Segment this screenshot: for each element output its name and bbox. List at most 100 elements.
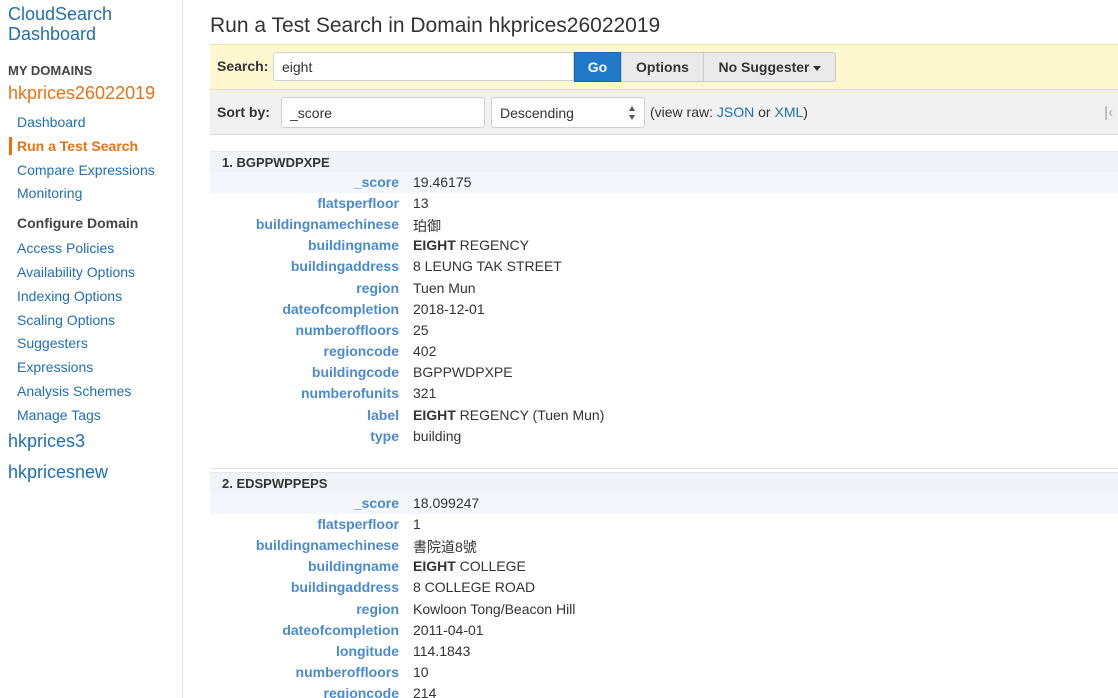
result-row: _score 18.099247 — [210, 493, 1118, 514]
brand-line-1: CloudSearch — [8, 4, 113, 24]
sidebar-item-dashboard[interactable]: Dashboard — [17, 113, 86, 131]
field-key: dateofcompletion — [282, 301, 399, 317]
sidebar-item-compare-expressions[interactable]: Compare Expressions — [17, 161, 155, 179]
sidebar-item-manage-tags[interactable]: Manage Tags — [17, 406, 101, 424]
field-key: buildingname — [308, 558, 399, 574]
view-raw-prefix: (view raw: — [650, 104, 714, 120]
result-row: region Kowloon Tong/Beacon Hill — [210, 599, 1118, 620]
result-row: label EIGHT REGENCY (Tuen Mun) — [210, 405, 1118, 426]
sort-label: Sort by: — [217, 104, 270, 120]
result-row: type building — [210, 426, 1118, 447]
field-value: Tuen Mun — [413, 280, 476, 296]
result-row: dateofcompletion 2011-04-01 — [210, 620, 1118, 641]
field-value: BGPPWDPXPE — [413, 364, 513, 380]
result-row: regioncode 214 — [210, 683, 1118, 698]
active-domain-link[interactable]: hkprices26022019 — [8, 83, 155, 104]
field-key: region — [356, 601, 399, 617]
my-domains-label: MY DOMAINS — [8, 63, 93, 78]
result-row: numberofunits 321 — [210, 383, 1118, 404]
configure-domain-heading: Configure Domain — [17, 215, 139, 231]
sidebar-item-indexing-options[interactable]: Indexing Options — [17, 287, 122, 305]
field-key: buildingnamechinese — [255, 216, 399, 232]
field-key: flatsperfloor — [317, 516, 399, 532]
result-row: flatsperfloor 13 — [210, 193, 1118, 214]
sidebar-item-expressions[interactable]: Expressions — [17, 358, 93, 376]
go-button[interactable]: Go — [574, 52, 621, 82]
sidebar-item-suggesters[interactable]: Suggesters — [17, 334, 88, 352]
field-key: regioncode — [323, 685, 399, 698]
field-value: 321 — [413, 385, 437, 401]
sort-order-value: Descending — [500, 105, 574, 121]
field-key: longitude — [336, 643, 399, 659]
field-value: EIGHT REGENCY (Tuen Mun) — [413, 407, 604, 423]
field-key: buildingaddress — [290, 579, 399, 595]
field-value: Kowloon Tong/Beacon Hill — [413, 601, 576, 617]
field-key: label — [367, 407, 399, 423]
field-key: region — [356, 280, 399, 296]
result-row: buildingcode BGPPWDPXPE — [210, 362, 1118, 383]
field-key: _score — [353, 495, 399, 511]
cloudsearch-dashboard-link[interactable]: CloudSearch Dashboard — [8, 4, 112, 44]
field-key: dateofcompletion — [282, 622, 399, 638]
field-key: buildingaddress — [290, 258, 399, 274]
field-value: 19.46175 — [413, 174, 472, 190]
field-value: 珀御 — [413, 218, 441, 234]
field-value: 114.1843 — [413, 643, 471, 659]
suggester-label: No Suggester — [718, 59, 810, 75]
field-value: 13 — [413, 195, 429, 211]
field-value: EIGHT COLLEGE — [413, 558, 526, 574]
view-raw-json-link[interactable]: JSON — [717, 104, 754, 120]
result-title: 2. EDSPWPPEPS — [222, 476, 328, 491]
result-row: buildingnamechinese 珀御 — [210, 214, 1118, 235]
domain-link-hkprices3[interactable]: hkprices3 — [8, 431, 85, 452]
caret-down-icon — [812, 65, 821, 71]
view-raw-or: or — [758, 104, 771, 120]
sort-order-select[interactable]: Descending — [491, 97, 645, 128]
field-key: buildingnamechinese — [255, 537, 399, 553]
field-value: 2011-04-01 — [413, 622, 484, 638]
search-input[interactable] — [273, 52, 574, 81]
sidebar: CloudSearch Dashboard MY DOMAINS hkprice… — [0, 0, 183, 698]
field-key: type — [370, 428, 399, 444]
field-key: _score — [353, 174, 399, 190]
sort-field-input[interactable] — [281, 97, 485, 128]
suggester-dropdown-button[interactable]: No Suggester — [703, 52, 836, 82]
field-value-rest: REGENCY — [455, 237, 529, 253]
sidebar-item-scaling-options[interactable]: Scaling Options — [17, 311, 115, 329]
sidebar-item-analysis-schemes[interactable]: Analysis Schemes — [17, 382, 131, 400]
field-key: buildingname — [308, 237, 399, 253]
result-row: regioncode 402 — [210, 341, 1118, 362]
result-row: buildingaddress 8 COLLEGE ROAD — [210, 577, 1118, 598]
result-row: buildingaddress 8 LEUNG TAK STREET — [210, 256, 1118, 277]
domain-link-hkpricesnew[interactable]: hkpricesnew — [8, 462, 108, 483]
result-divider — [210, 468, 1118, 469]
active-indicator — [9, 137, 12, 155]
view-raw-suffix: ) — [803, 104, 808, 120]
result-row: region Tuen Mun — [210, 278, 1118, 299]
highlight-term: EIGHT — [413, 237, 456, 253]
field-key: numberofunits — [301, 385, 399, 401]
pager-first-button[interactable]: |‹ — [1104, 104, 1113, 121]
result-row: flatsperfloor 1 — [210, 514, 1118, 535]
field-value: 25 — [413, 322, 429, 338]
options-button[interactable]: Options — [621, 52, 704, 82]
sidebar-item-access-policies[interactable]: Access Policies — [17, 239, 114, 257]
sidebar-item-monitoring[interactable]: Monitoring — [17, 184, 82, 202]
select-arrows-icon — [629, 106, 636, 120]
field-value: EIGHT REGENCY — [413, 237, 529, 253]
field-value: building — [413, 428, 462, 444]
result-header: 2. EDSPWPPEPS — [210, 472, 1118, 494]
sidebar-item-availability-options[interactable]: Availability Options — [17, 263, 135, 281]
result-row: numberoffloors 25 — [210, 320, 1118, 341]
field-value: 402 — [413, 343, 437, 359]
field-value: 214 — [413, 685, 437, 698]
field-value-rest: REGENCY (Tuen Mun) — [455, 407, 605, 423]
view-raw-xml-link[interactable]: XML — [774, 104, 803, 120]
field-value: 1 — [413, 516, 421, 532]
result-row: buildingname EIGHT REGENCY — [210, 235, 1118, 256]
field-key: buildingcode — [311, 364, 399, 380]
result-row: numberoffloors 10 — [210, 662, 1118, 683]
highlight-term: EIGHT — [413, 558, 456, 574]
sidebar-item-run-test-search[interactable]: Run a Test Search — [17, 137, 138, 155]
field-key: regioncode — [323, 343, 399, 359]
